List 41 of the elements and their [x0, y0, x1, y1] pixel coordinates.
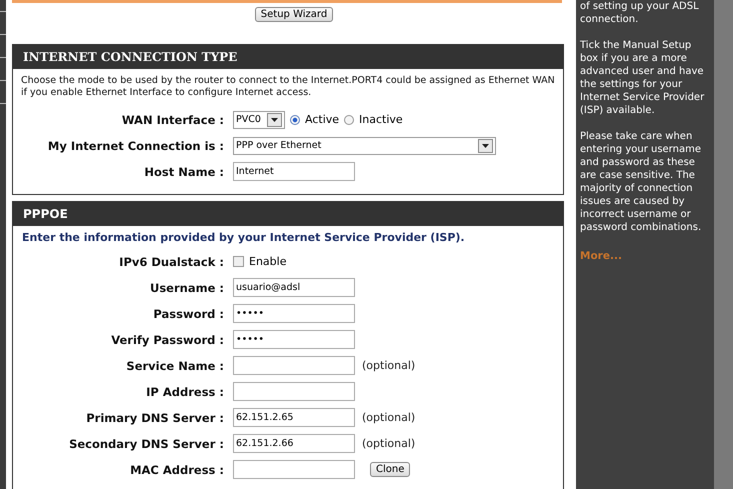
- wan-interface-select[interactable]: PVC0: [233, 110, 285, 128]
- input-field[interactable]: usuario@adsl: [233, 278, 355, 297]
- radio-button[interactable]: [290, 114, 300, 124]
- field-label: Verify Password :: [110, 332, 225, 346]
- help-text: of setting up your ADSL connection.: [580, 0, 700, 26]
- field-label: Service Name :: [125, 358, 225, 372]
- field-label: IPv6 Dualstack :: [118, 254, 225, 268]
- clone-button[interactable]: Clone: [370, 462, 410, 477]
- field-label: WAN Interface :: [120, 112, 225, 126]
- connection-type-select[interactable]: PPP over Ethernet: [233, 136, 496, 154]
- field-label: Primary DNS Server :: [85, 410, 225, 424]
- section-header: INTERNET CONNECTION TYPE: [13, 45, 563, 69]
- field-label: Username :: [149, 280, 225, 294]
- radio-label: Inactive: [359, 113, 403, 126]
- checkbox[interactable]: [233, 256, 244, 267]
- optional-note: (optional): [362, 411, 416, 424]
- checkbox-label: Enable: [249, 255, 286, 268]
- section-description: Choose the mode to be used by the router to connect to the Internet.PORT4 could be assigned as Ethernet WAN if you enable Ethernet Interface to configure Internet access.: [21, 75, 555, 99]
- field-label: Secondary DNS Server :: [68, 436, 225, 450]
- host-name-field[interactable]: Internet: [233, 162, 355, 181]
- input-field[interactable]: [233, 356, 355, 375]
- optional-note: (optional): [362, 437, 416, 450]
- input-field[interactable]: [233, 382, 355, 401]
- input-field[interactable]: 62.151.2.65: [233, 408, 355, 427]
- field-label: MAC Address :: [129, 462, 225, 476]
- field-label: My Internet Connection is :: [46, 138, 225, 152]
- section-header: PPPOE: [13, 202, 563, 226]
- radio-label: Active: [305, 113, 340, 126]
- field-label: IP Address :: [145, 384, 225, 398]
- setup-wizard-button[interactable]: Setup Wizard: [254, 7, 334, 22]
- section-intro: Enter the information provided by your Internet Service Provider (ISP).: [22, 231, 466, 244]
- optional-note: (optional): [362, 359, 416, 372]
- help-text: Please take care when entering your username and password as these are case sensitive. The majority of connection issues are caused by incorrect username or password combinations.: [580, 130, 702, 234]
- radio-button[interactable]: [344, 114, 354, 124]
- input-field[interactable]: •••••: [233, 330, 355, 349]
- input-field[interactable]: 62.151.2.66: [233, 434, 355, 453]
- field-label: Password :: [152, 306, 225, 320]
- input-field[interactable]: •••••: [233, 304, 355, 323]
- help-text: Tick the Manual Setup box if you are a more advanced user and have the settings for your Internet Service Provider (ISP) available.: [580, 39, 706, 117]
- field-label: Host Name :: [143, 164, 225, 178]
- input-field[interactable]: [233, 460, 355, 479]
